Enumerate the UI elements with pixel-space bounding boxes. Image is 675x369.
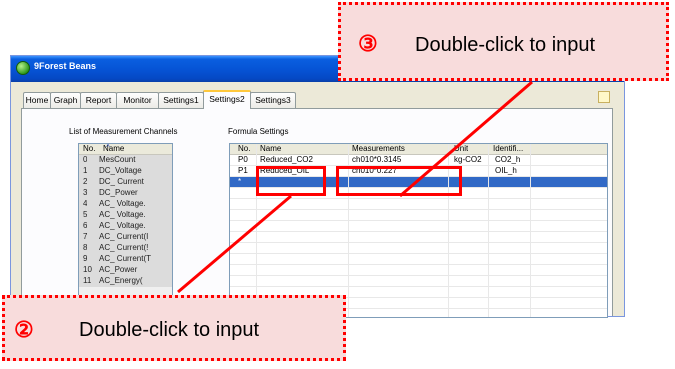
connector-line-step2 xyxy=(177,194,292,294)
tab-settings2[interactable]: Settings2 xyxy=(203,90,251,109)
step2-text: Double-click to input xyxy=(79,319,260,341)
callout-step2: ② Double-click to input xyxy=(2,295,346,361)
callout-step3: ③ Double-click to input xyxy=(338,2,669,81)
step3-number: ③ xyxy=(358,31,378,56)
connector-line-step3 xyxy=(399,80,533,198)
step2-number: ② xyxy=(14,317,34,342)
step3-text: Double-click to input xyxy=(415,34,596,56)
